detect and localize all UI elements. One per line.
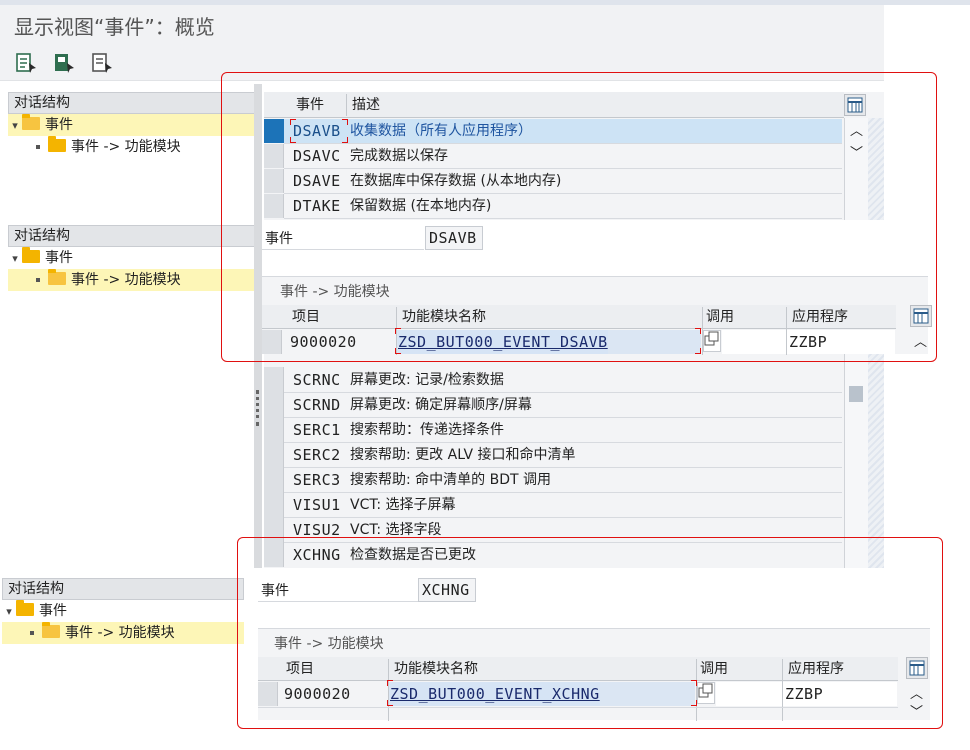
bullet-icon	[30, 631, 34, 635]
cell-desc[interactable]: 屏幕更改: 记录/检索数据	[350, 368, 504, 392]
bullet-icon	[36, 278, 40, 282]
dialog-structure-panel: 对话结构 ▾ 事件 事件 -> 功能模块	[8, 225, 256, 353]
tree-node-event-fm[interactable]: 事件 -> 功能模块	[8, 269, 256, 291]
tree-node-label: 事件 -> 功能模块	[65, 625, 175, 641]
display-icon[interactable]	[14, 51, 38, 75]
folder-icon	[48, 136, 66, 152]
cell-desc[interactable]: 搜索帮助: 命中清单的 BDT 调用	[350, 468, 551, 492]
caret-down-icon[interactable]: ▾	[8, 248, 22, 270]
tree-node-label: 事件	[45, 250, 73, 266]
caret-down-icon[interactable]: ▾	[8, 115, 22, 137]
folder-open-icon	[42, 622, 60, 638]
cell-event[interactable]: VISU1	[293, 493, 341, 517]
cell-desc[interactable]: 屏幕更改: 确定屏幕顺序/屏幕	[350, 393, 532, 417]
tree-header: 对话结构	[8, 225, 256, 247]
cell-event[interactable]: SERC1	[293, 418, 341, 442]
tree-node-label: 事件 -> 功能模块	[71, 139, 181, 155]
folder-open-icon	[22, 114, 40, 130]
cell-desc[interactable]: 搜索帮助：传递选择条件	[350, 418, 504, 442]
tree-node-event-fm[interactable]: 事件 -> 功能模块	[2, 622, 244, 644]
tree-node-label: 事件 -> 功能模块	[71, 272, 181, 288]
print-icon[interactable]	[90, 51, 114, 75]
bullet-icon	[36, 145, 40, 149]
tree-node-label: 事件	[45, 117, 73, 133]
tree-header: 对话结构	[8, 92, 256, 114]
folder-icon	[22, 247, 40, 263]
annotation-box-top	[221, 72, 937, 362]
tree-node-event-fm[interactable]: 事件 -> 功能模块	[8, 136, 256, 158]
dialog-structure-panel: 对话结构 ▾ 事件 事件 -> 功能模块	[8, 92, 256, 220]
cell-desc[interactable]: VCT: 选择子屏幕	[350, 493, 456, 517]
tree-node-event[interactable]: ▾ 事件	[2, 600, 244, 622]
annotation-box-bottom	[237, 537, 943, 729]
page-title: 显示视图“事件”：概览	[14, 15, 215, 39]
cell-desc[interactable]: 搜索帮助: 更改 ALV 接口和命中清单	[350, 443, 575, 467]
folder-icon	[16, 600, 34, 616]
tree-header: 对话结构	[2, 578, 244, 600]
splitter-grip[interactable]	[256, 390, 259, 426]
cell-event[interactable]: SCRND	[293, 393, 341, 417]
cell-event[interactable]: SERC2	[293, 443, 341, 467]
tree-node-event[interactable]: ▾ 事件	[8, 247, 256, 269]
caret-down-icon[interactable]: ▾	[2, 601, 16, 623]
folder-open-icon	[48, 269, 66, 285]
scroll-thumb[interactable]	[849, 386, 863, 402]
cell-event[interactable]: SERC3	[293, 468, 341, 492]
tree-node-event[interactable]: ▾ 事件	[8, 114, 256, 136]
tree-node-label: 事件	[39, 603, 67, 619]
dialog-structure-panel: 对话结构 ▾ 事件 事件 -> 功能模块	[2, 578, 244, 658]
save-icon[interactable]	[52, 51, 76, 75]
cell-event[interactable]: SCRNC	[293, 368, 341, 392]
